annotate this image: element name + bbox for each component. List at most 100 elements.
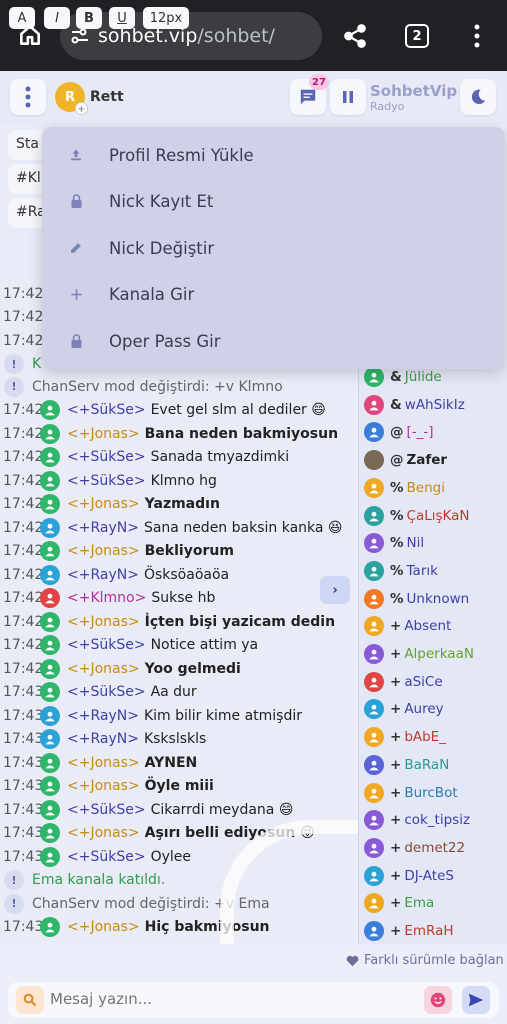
message-nick[interactable]: <+Jonas> <box>67 661 140 677</box>
user-avatar-icon[interactable] <box>40 917 60 937</box>
user-list-item[interactable]: + EmRaH <box>364 920 454 942</box>
user-avatar-icon[interactable] <box>40 682 60 702</box>
search-icon <box>23 993 37 1007</box>
user-list-item[interactable]: + demet22 <box>364 837 465 859</box>
user-avatar-icon[interactable] <box>40 588 60 608</box>
user-avatar-icon <box>364 782 384 803</box>
user-avatar-icon[interactable] <box>40 705 60 726</box>
user-avatar-icon <box>364 394 384 415</box>
user-name: aSiCe <box>404 673 443 690</box>
user-list-item[interactable]: + bAbE_ <box>364 726 446 748</box>
user-avatar-icon[interactable] <box>40 752 60 773</box>
tab-switcher-button[interactable]: 2 <box>405 24 429 48</box>
menu-item[interactable]: Nick Değiştir <box>42 226 505 270</box>
message-input[interactable] <box>50 990 420 1008</box>
chat-row: 17:43 <+Jonas> Öyle miii <box>0 775 358 798</box>
message-nick[interactable]: <+Jonas> <box>67 543 140 559</box>
share-icon[interactable] <box>342 23 368 53</box>
user-list-item[interactable]: + DJ-AteS <box>364 865 454 887</box>
user-avatar-icon[interactable] <box>40 729 60 749</box>
message-nick[interactable]: <+SükSe> <box>67 473 146 489</box>
user-list-item[interactable]: + Aurey <box>364 698 444 720</box>
user-avatar-icon <box>364 865 384 886</box>
moon-icon <box>471 89 486 105</box>
user-list-item[interactable]: @ Zafer <box>364 449 447 471</box>
user-list-item[interactable]: % Tarık <box>364 560 438 582</box>
emoji-button[interactable] <box>424 986 452 1014</box>
user-list-item[interactable]: + cok_tipsiz <box>364 809 470 831</box>
user-mode: + <box>390 923 402 939</box>
user-list-item[interactable]: % Nil <box>364 532 424 554</box>
menu-item[interactable]: Kanala Gir <box>42 273 505 317</box>
site-settings-icon[interactable] <box>70 26 90 50</box>
italic-button[interactable]: I <box>44 7 70 29</box>
message-nick[interactable]: <+RayN> <box>67 567 139 583</box>
message-nick[interactable]: <+Jonas> <box>67 778 140 794</box>
message-text: Sukse hb <box>151 590 216 606</box>
message-nick[interactable]: <+Jonas> <box>67 755 140 771</box>
user-list-item[interactable]: & Jülide <box>364 366 442 388</box>
user-avatar-icon[interactable] <box>40 541 60 561</box>
user-list-item[interactable]: + BurcBot <box>364 782 458 804</box>
user-avatar-icon[interactable] <box>40 611 60 632</box>
user-avatar-icon[interactable] <box>40 447 60 467</box>
user-avatar-icon[interactable] <box>40 776 60 796</box>
user-list-item[interactable]: @ [-_-] <box>364 421 434 443</box>
user-list-item[interactable]: & wAhSikIz <box>364 394 465 416</box>
user-avatar-icon[interactable] <box>40 494 60 514</box>
message-nick[interactable]: <+Jonas> <box>67 614 140 630</box>
message-nick[interactable]: <+Jonas> <box>67 919 140 935</box>
user-list-item[interactable]: + aSiCe <box>364 671 443 693</box>
menu-button[interactable] <box>10 79 46 115</box>
user-avatar-icon[interactable] <box>40 400 60 420</box>
user-avatar-icon[interactable] <box>40 564 60 585</box>
user-list-item[interactable]: + Ema <box>364 892 434 914</box>
menu-item[interactable]: Profil Resmi Yükle <box>42 133 505 177</box>
message-nick[interactable]: <+RayN> <box>67 731 139 747</box>
search-button[interactable] <box>16 986 44 1014</box>
toggle-userlist-button[interactable]: › <box>320 576 350 604</box>
user-list-item[interactable]: + AlperkaaN <box>364 643 474 665</box>
underline-button[interactable]: U <box>109 7 135 29</box>
user-avatar-icon[interactable] <box>40 423 60 444</box>
font-size-button[interactable]: 12px <box>143 7 189 29</box>
user-list[interactable]: & Jülide & wAhSikIz @ [-_-] @ Zafer % Bengi % ÇaLış… <box>358 364 507 944</box>
message-nick[interactable]: <+SükSe> <box>67 637 146 653</box>
avatar[interactable]: R + <box>55 82 88 115</box>
user-list-item[interactable]: % Unknown <box>364 588 469 610</box>
more-vert-icon[interactable] <box>474 24 480 52</box>
message-nick[interactable]: <+RayN> <box>67 708 139 724</box>
message-nick[interactable]: <+Jonas> <box>67 496 140 512</box>
dark-mode-toggle[interactable] <box>460 79 496 115</box>
user-name: wAhSikIz <box>404 396 465 413</box>
user-avatar-icon[interactable] <box>40 635 60 655</box>
user-avatar-icon[interactable] <box>40 658 60 679</box>
user-list-item[interactable]: + BaRaN <box>364 754 449 776</box>
message-nick[interactable]: <+Jonas> <box>67 426 140 442</box>
message-nick[interactable]: <+Klmno> <box>67 590 146 606</box>
menu-item[interactable]: Oper Pass Gir <box>42 319 505 363</box>
user-avatar-icon[interactable] <box>40 470 60 491</box>
bold-button[interactable]: B <box>76 7 102 29</box>
user-avatar-icon[interactable] <box>40 517 60 538</box>
user-avatar-icon[interactable] <box>40 823 60 843</box>
message-nick[interactable]: <+SükSe> <box>67 684 146 700</box>
radio-pause-button[interactable] <box>330 79 366 115</box>
more-vert-icon <box>25 86 31 108</box>
user-list-item[interactable]: % ÇaLışKaN <box>364 505 470 527</box>
send-button[interactable] <box>462 986 490 1014</box>
message-nick[interactable]: <+SükSe> <box>67 802 146 818</box>
user-list-item[interactable]: % Bengi <box>364 477 445 499</box>
message-nick[interactable]: <+SükSe> <box>67 449 146 465</box>
user-avatar-icon[interactable] <box>40 846 60 867</box>
color-button[interactable]: A <box>9 7 35 29</box>
message-nick[interactable]: <+SükSe> <box>67 402 146 418</box>
message-nick[interactable]: <+RayN> <box>67 520 139 536</box>
user-avatar-icon[interactable] <box>40 799 60 820</box>
menu-item[interactable]: Nick Kayıt Et <box>42 180 505 224</box>
user-list-item[interactable]: + Absent <box>364 615 451 637</box>
alt-version-link[interactable]: Farklı sürümle bağlan <box>346 953 504 968</box>
user-name: BurcBot <box>404 784 458 801</box>
message-nick[interactable]: <+Jonas> <box>67 825 140 841</box>
message-nick[interactable]: <+SükSe> <box>67 849 146 865</box>
